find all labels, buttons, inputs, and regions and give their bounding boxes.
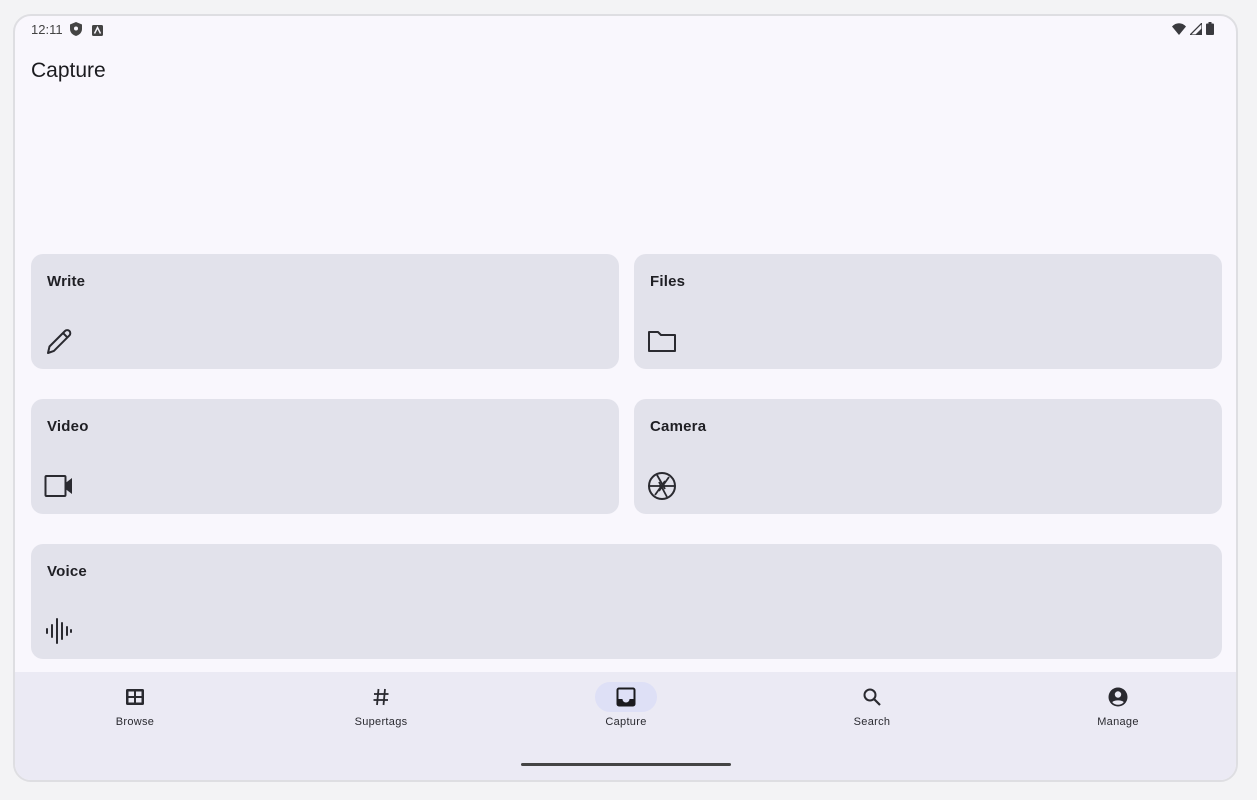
folder-icon bbox=[647, 326, 677, 356]
status-time: 12:11 bbox=[31, 22, 63, 37]
pencil-icon bbox=[44, 326, 74, 356]
capture-card-voice[interactable]: Voice bbox=[31, 544, 1222, 659]
battery-icon bbox=[1206, 22, 1214, 40]
shield-icon bbox=[70, 22, 82, 41]
camera-aperture-icon bbox=[647, 471, 677, 501]
wifi-icon bbox=[1172, 22, 1186, 40]
capture-card-video[interactable]: Video bbox=[31, 399, 619, 514]
waveform-icon bbox=[44, 616, 74, 646]
nav-label: Search bbox=[853, 716, 891, 728]
search-icon bbox=[841, 682, 903, 712]
nav-item-manage[interactable]: Manage bbox=[1068, 682, 1168, 738]
inbox-icon bbox=[595, 682, 657, 712]
nav-item-supertags[interactable]: Supertags bbox=[331, 682, 431, 738]
card-label: Files bbox=[650, 273, 686, 290]
nav-item-browse[interactable]: Browse bbox=[85, 682, 185, 738]
nav-label: Manage bbox=[1097, 716, 1139, 728]
capture-card-camera[interactable]: Camera bbox=[634, 399, 1222, 514]
card-label: Camera bbox=[650, 418, 707, 435]
nav-label: Supertags bbox=[354, 716, 408, 728]
nav-label: Browse bbox=[115, 716, 155, 728]
app-notification-icon bbox=[92, 23, 103, 41]
device-screen: 12:11 Capture Write Files Video Camera V… bbox=[13, 14, 1238, 782]
grid-icon bbox=[104, 682, 166, 712]
videocam-icon bbox=[44, 471, 74, 501]
card-label: Write bbox=[47, 273, 86, 290]
status-bar: 12:11 bbox=[15, 16, 1236, 44]
cell-signal-icon bbox=[1188, 21, 1203, 40]
page-title: Capture bbox=[31, 59, 106, 82]
card-label: Voice bbox=[47, 563, 87, 580]
nav-label: Capture bbox=[605, 716, 647, 728]
capture-card-files[interactable]: Files bbox=[634, 254, 1222, 369]
home-indicator[interactable] bbox=[521, 763, 731, 766]
nav-item-search[interactable]: Search bbox=[822, 682, 922, 738]
hashtag-icon bbox=[350, 682, 412, 712]
account-circle-icon bbox=[1087, 682, 1149, 712]
bottom-navigation: Browse Supertags Capture Search Manage bbox=[15, 672, 1236, 780]
capture-card-write[interactable]: Write bbox=[31, 254, 619, 369]
nav-item-capture[interactable]: Capture bbox=[576, 682, 676, 738]
card-label: Video bbox=[47, 418, 89, 435]
